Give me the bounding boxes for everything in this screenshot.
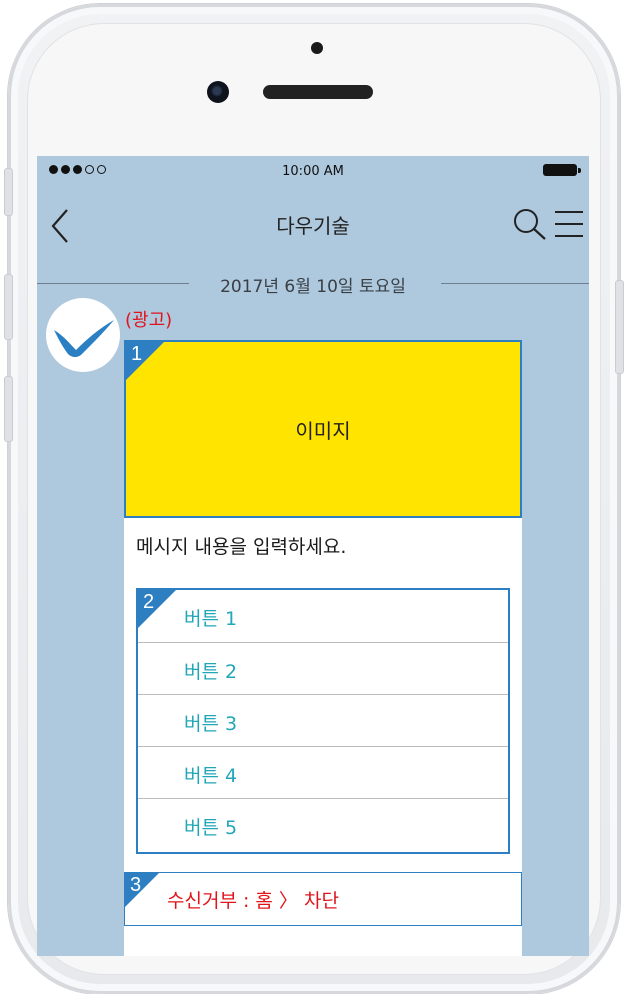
list-button-5[interactable]: 버튼 5 xyxy=(138,798,508,851)
battery-icon xyxy=(543,164,581,176)
message-text: 메시지 내용을 입력하세요. xyxy=(136,536,347,558)
date-separator: 2017년 6월 10일 토요일 xyxy=(37,268,589,298)
message-image[interactable]: 1 이미지 xyxy=(124,340,522,518)
list-button-3[interactable]: 버튼 3 xyxy=(138,694,508,747)
ad-label: (광고) xyxy=(125,310,173,331)
volume-down-button xyxy=(4,376,13,442)
status-time: 10:00 AM xyxy=(282,164,344,179)
button-list: 버튼 1 버튼 2 버튼 3 버튼 4 버튼 5 2 xyxy=(136,588,510,854)
unsubscribe-notice[interactable]: 3 수신거부 : 홈 〉 차단 xyxy=(124,872,522,926)
list-button-4[interactable]: 버튼 4 xyxy=(138,746,508,799)
earpiece-speaker xyxy=(263,85,373,99)
chat-header: 다우기술 xyxy=(37,196,589,252)
sender-avatar[interactable] xyxy=(46,298,120,372)
date-rule-right xyxy=(441,283,589,284)
button-label: 버튼 2 xyxy=(184,661,238,683)
button-label: 버튼 3 xyxy=(184,713,238,735)
status-bar: 10:00 AM xyxy=(37,156,589,188)
unsubscribe-text: 수신거부 : 홈 〉 차단 xyxy=(167,890,339,912)
date-label: 2017년 6월 10일 토요일 xyxy=(220,277,406,297)
step-number: 3 xyxy=(130,874,142,896)
chat-screen: 10:00 AM 다우기술 2017년 6월 10일 토요일 (광고) 1 이미… xyxy=(37,156,589,956)
menu-icon[interactable] xyxy=(553,208,585,240)
front-camera xyxy=(207,81,229,103)
brand-logo-icon xyxy=(54,320,114,357)
list-button-1[interactable]: 버튼 1 xyxy=(138,590,508,642)
search-icon[interactable] xyxy=(511,206,549,242)
image-placeholder-label: 이미지 xyxy=(295,418,351,443)
chat-title: 다우기술 xyxy=(276,214,350,238)
message-bubble: 1 이미지 메시지 내용을 입력하세요. 버튼 1 버튼 2 버튼 3 버튼 4… xyxy=(124,340,522,956)
step-number: 1 xyxy=(131,343,143,365)
button-label: 버튼 1 xyxy=(184,608,238,630)
power-button xyxy=(615,280,624,374)
list-button-2[interactable]: 버튼 2 xyxy=(138,642,508,695)
proximity-sensor xyxy=(311,42,323,54)
mute-switch xyxy=(4,168,13,216)
volume-up-button xyxy=(4,274,13,340)
button-label: 버튼 4 xyxy=(184,765,238,787)
step-number: 2 xyxy=(143,591,155,613)
button-label: 버튼 5 xyxy=(184,817,238,839)
